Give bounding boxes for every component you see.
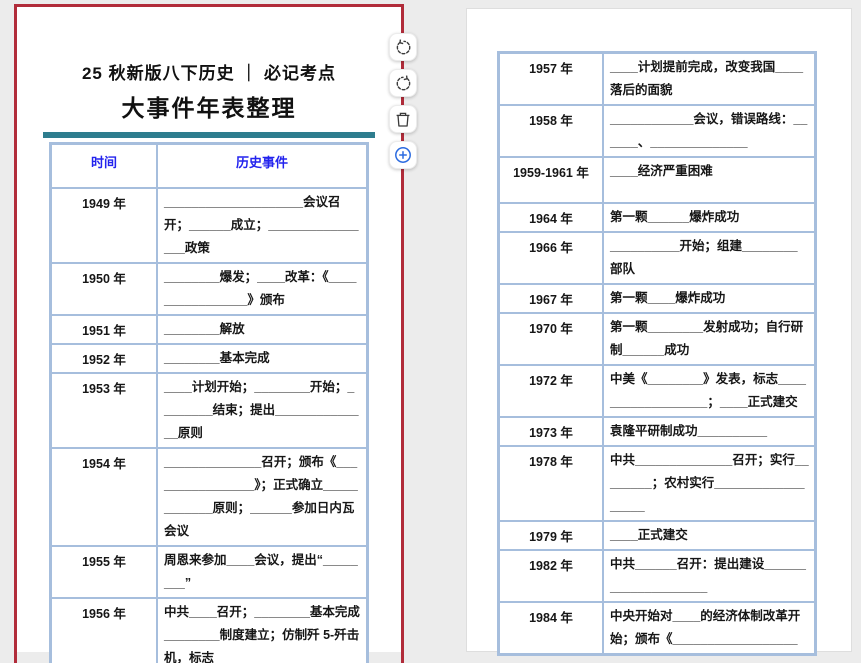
- table-row: 1959-1961 年____经济严重困难: [499, 157, 816, 203]
- year-cell: 1970 年: [499, 313, 604, 365]
- table-row: 1967 年第一颗____爆炸成功: [499, 284, 816, 313]
- event-cell: 袁隆平研制成功__________: [603, 417, 816, 446]
- year-cell: 1979 年: [499, 521, 604, 550]
- table-row: 1972 年中美《________》发表，标志_________________…: [499, 365, 816, 417]
- table-row: 1982 年中共______召开：提出建设___________________…: [499, 550, 816, 602]
- year-cell: 1978 年: [499, 446, 604, 521]
- year-cell: 1957 年: [499, 53, 604, 106]
- table-row: 1958 年____________会议，错误路线：______、_______…: [499, 105, 816, 157]
- year-cell: 1982 年: [499, 550, 604, 602]
- table-row: 1966 年__________开始；组建________部队: [499, 232, 816, 284]
- table-row: 1984 年中央开始对____的经济体制改革开始；颁布《____________…: [499, 602, 816, 655]
- selection-frame[interactable]: [14, 4, 404, 663]
- event-cell: ____经济严重困难: [603, 157, 816, 203]
- timeline-table-right: 1957 年____计划提前完成，改变我国____落后的面貌1958 年____…: [497, 51, 817, 656]
- rotate-ccw-button[interactable]: [389, 33, 417, 61]
- year-cell: 1964 年: [499, 203, 604, 232]
- table-row: 1979 年____正式建交: [499, 521, 816, 550]
- event-cell: 中美《________》发表，标志__________________；____…: [603, 365, 816, 417]
- event-cell: ____正式建交: [603, 521, 816, 550]
- event-cell: 中央开始对____的经济体制改革开始；颁布《__________________: [603, 602, 816, 655]
- floating-toolbar: [389, 33, 417, 169]
- year-cell: 1984 年: [499, 602, 604, 655]
- year-cell: 1966 年: [499, 232, 604, 284]
- year-cell: 1958 年: [499, 105, 604, 157]
- year-cell: 1959-1961 年: [499, 157, 604, 203]
- event-cell: __________开始；组建________部队: [603, 232, 816, 284]
- year-cell: 1973 年: [499, 417, 604, 446]
- year-cell: 1972 年: [499, 365, 604, 417]
- table-row: 1978 年中共______________召开；实行________；农村实行…: [499, 446, 816, 521]
- zoom-in-icon: [394, 146, 412, 164]
- editor-canvas: 25 秋新版八下历史 ｜ 必记考点 大事件年表整理 时间 历史事件 1949 年…: [0, 0, 861, 663]
- event-cell: 第一颗________发射成功；自行研制______成功: [603, 313, 816, 365]
- year-cell: 1967 年: [499, 284, 604, 313]
- table-row: 1973 年袁隆平研制成功__________: [499, 417, 816, 446]
- trash-icon: [395, 111, 411, 128]
- rotate-cw-icon: [395, 75, 412, 92]
- rotate-cw-button[interactable]: [389, 69, 417, 97]
- table-row: 1964 年第一颗______爆炸成功: [499, 203, 816, 232]
- rotate-ccw-icon: [395, 39, 412, 56]
- event-cell: 第一颗____爆炸成功: [603, 284, 816, 313]
- delete-button[interactable]: [389, 105, 417, 133]
- event-cell: 中共______召开：提出建设____________________: [603, 550, 816, 602]
- table-row: 1957 年____计划提前完成，改变我国____落后的面貌: [499, 53, 816, 106]
- event-cell: 中共______________召开；实行________；农村实行______…: [603, 446, 816, 521]
- event-cell: ____________会议，错误路线：______、_____________…: [603, 105, 816, 157]
- page-right[interactable]: 1957 年____计划提前完成，改变我国____落后的面貌1958 年____…: [466, 8, 852, 652]
- event-cell: 第一颗______爆炸成功: [603, 203, 816, 232]
- zoom-in-button[interactable]: [389, 141, 417, 169]
- table-row: 1970 年第一颗________发射成功；自行研制______成功: [499, 313, 816, 365]
- event-cell: ____计划提前完成，改变我国____落后的面貌: [603, 53, 816, 106]
